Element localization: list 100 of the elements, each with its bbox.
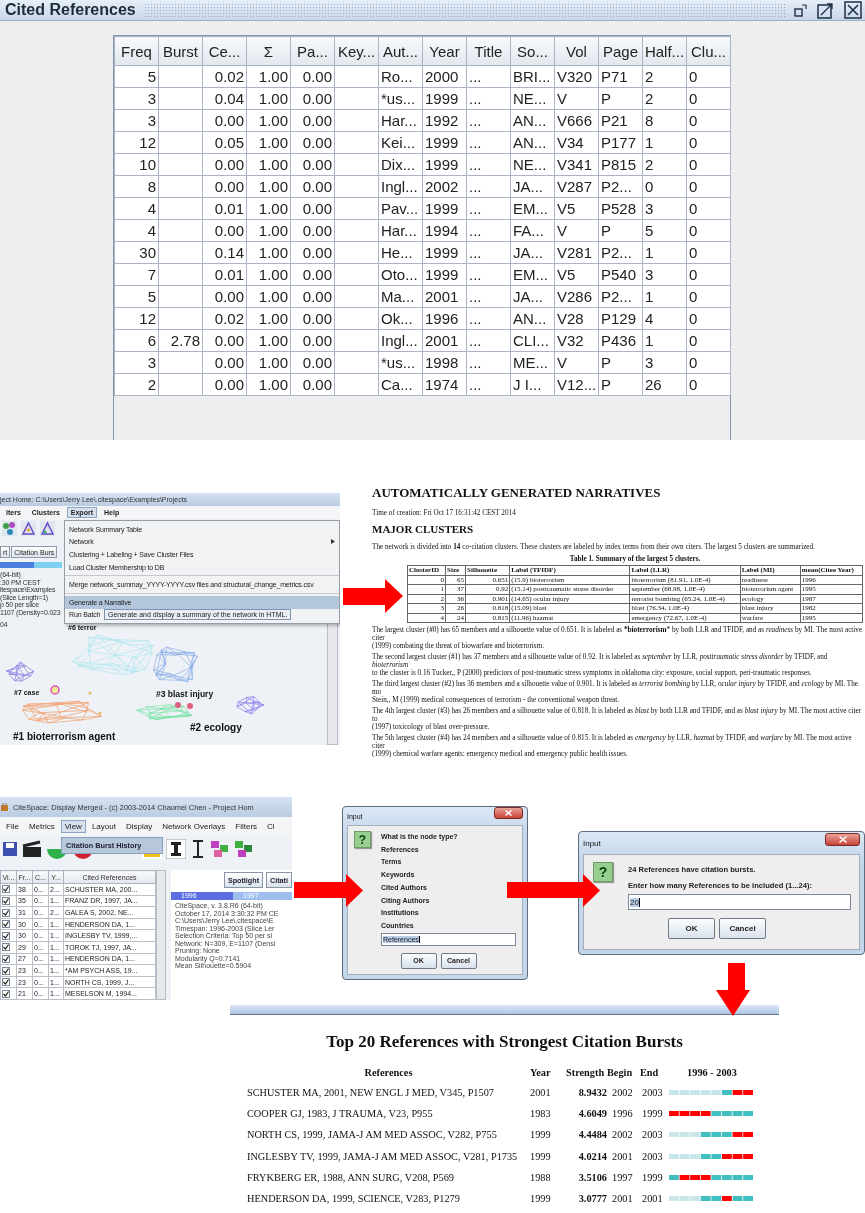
table-cell-text: 3.0777 — [577, 1192, 607, 1207]
menu[interactable]: Layout — [87, 819, 120, 833]
table-cell: NORTH CS, 1999, JAMA-J AM MED ASSOC, V282, P755 — [247, 1124, 530, 1146]
close-button[interactable] — [494, 807, 523, 819]
table-cell: 4 — [114, 219, 159, 242]
table-cell: 7 — [114, 263, 159, 286]
timeline-bar — [0, 562, 62, 568]
checkbox[interactable] — [2, 931, 10, 940]
maximize-icon[interactable] — [817, 1, 834, 19]
column-header[interactable]: Key... — [334, 36, 379, 66]
table-cell-text: 2001 — [530, 1086, 552, 1101]
column-header[interactable]: Ce... — [202, 36, 247, 66]
column-header[interactable]: Page — [598, 36, 643, 66]
checkbox[interactable] — [2, 954, 10, 963]
table-cell-text: 1983 — [530, 1107, 552, 1122]
column-header[interactable]: Year — [422, 36, 467, 66]
menu[interactable]: Metrics — [24, 819, 59, 833]
table-cell-text: 1999 — [530, 1192, 552, 1207]
table-cell: 1996 — [607, 1103, 640, 1125]
table-cell: 12 — [114, 307, 159, 330]
clapperboard-icon[interactable] — [22, 839, 42, 858]
table-cell: 1997 — [607, 1166, 640, 1188]
column-header[interactable]: Pa... — [290, 36, 335, 66]
checkbox[interactable] — [2, 978, 10, 987]
cluster-label: #2 ecology — [190, 722, 242, 733]
menu[interactable]: Filters — [231, 819, 262, 833]
table-cell: INGLESBY TV, 1999, JAMA-J AM MED ASSOC, V281, P1735 — [247, 1145, 530, 1167]
right-arrow — [343, 579, 403, 613]
question-icon: ? — [354, 831, 371, 848]
column-header[interactable]: Title — [466, 36, 511, 66]
table-cell-text: 4.0214 — [577, 1149, 607, 1164]
triangle-icon[interactable] — [40, 521, 55, 536]
triangle-icon[interactable] — [21, 521, 36, 536]
table-cell-text: 4.6049 — [577, 1107, 607, 1122]
column-header[interactable]: Vol — [554, 36, 599, 66]
text-cursor-icon[interactable] — [190, 838, 206, 859]
column-header[interactable]: Freq — [114, 36, 159, 66]
table-cell: 4 — [114, 197, 159, 220]
column-header: Begin — [607, 1062, 640, 1082]
table-cell-text: 2001 — [641, 1192, 664, 1207]
table-cell-text: 2003 — [641, 1086, 664, 1101]
table-cell: 2001 — [607, 1187, 640, 1210]
dialog-button[interactable]: Cancel — [719, 918, 766, 939]
question-icon: ? — [593, 862, 613, 882]
close-icon[interactable] — [844, 1, 862, 19]
checkbox[interactable] — [2, 966, 10, 975]
right-arrow — [294, 874, 363, 907]
table-cell-text: 1999 — [530, 1128, 552, 1143]
table-cell: 3 — [114, 109, 159, 132]
page-title: AUTOMATICALLY GENERATED NARRATIVES — [372, 485, 662, 501]
column-header[interactable]: Clu... — [686, 36, 731, 66]
table-cell: 2001 — [607, 1145, 640, 1167]
column-header[interactable]: Aut... — [378, 36, 423, 66]
table-cell: 2002 — [607, 1124, 640, 1146]
table-cell: SCHUSTER MA, 2001, NEW ENGL J MED, V345, P1507 — [247, 1082, 530, 1104]
blocks-icon[interactable] — [234, 838, 254, 859]
menu[interactable]: View — [60, 819, 86, 833]
table-cell: 3 — [114, 351, 159, 374]
column-header: References — [247, 1062, 530, 1082]
column-header[interactable]: Σ — [246, 36, 291, 66]
checkbox[interactable] — [2, 943, 10, 952]
down-arrow — [716, 963, 750, 1016]
table-cell-text: 3.5106 — [577, 1170, 607, 1185]
close-button[interactable] — [825, 833, 860, 846]
menu[interactable]: Display — [121, 819, 157, 833]
blocks-icon[interactable] — [210, 838, 230, 859]
checkbox[interactable] — [2, 908, 10, 917]
column-header: 1996 - 2003 — [686, 1065, 738, 1080]
checkbox[interactable] — [2, 896, 10, 905]
column-header[interactable]: So... — [510, 36, 555, 66]
table-cell: 2002 — [607, 1082, 640, 1104]
menu[interactable]: File — [2, 819, 23, 833]
table-cell: 5 — [114, 65, 159, 88]
input-field[interactable]: 20 — [628, 894, 851, 910]
column-header[interactable]: Half... — [642, 36, 687, 66]
table-cell-text: 4.4484 — [577, 1128, 607, 1143]
bracket-icon[interactable] — [166, 838, 186, 859]
window-title: Cited References — [5, 1, 136, 19]
table-cell: FRYKBERG ER, 1988, ANN SURG, V208, P569 — [247, 1166, 530, 1188]
menu[interactable]: Cl — [263, 819, 279, 833]
checkbox[interactable] — [2, 989, 10, 998]
checkbox[interactable] — [2, 920, 10, 929]
restore-icon[interactable] — [794, 3, 807, 17]
table-cell-text: 8.9432 — [577, 1086, 607, 1101]
table-cell-text: 2003 — [641, 1128, 664, 1143]
column-header: Strength — [566, 1062, 607, 1082]
table-cell: HENDERSON DA, 1999, SCIENCE, V283, P1279 — [247, 1187, 530, 1210]
table-cell: COOPER GJ, 1983, J TRAUMA, V23, P955 — [247, 1103, 530, 1125]
save-icon[interactable] — [2, 840, 18, 857]
report-title: Top 20 References with Strongest Citation Bursts — [325, 1032, 684, 1052]
column-header[interactable]: Burst — [158, 36, 203, 66]
network-icon[interactable] — [2, 521, 17, 536]
menu[interactable]: Network Overlays — [158, 819, 230, 833]
checkbox[interactable] — [2, 885, 10, 894]
table-cell: 6 — [114, 329, 159, 352]
dialog-title: Input — [583, 838, 601, 848]
table-cell-text: 1999 — [530, 1149, 552, 1164]
dialog-button[interactable]: OK — [668, 918, 715, 939]
app-icon — [0, 802, 10, 812]
table-cell: 3 — [114, 87, 159, 110]
